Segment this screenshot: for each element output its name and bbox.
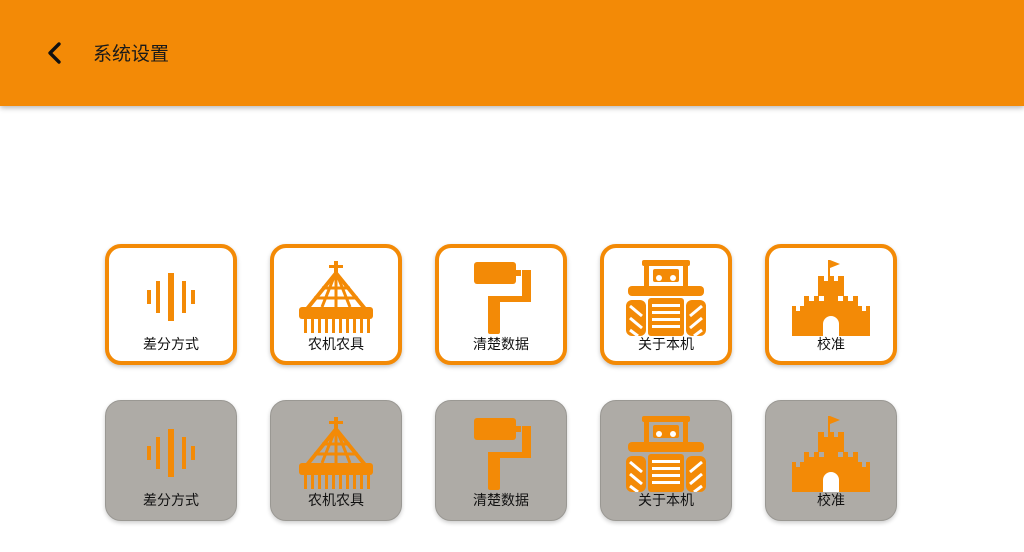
tractor-icon bbox=[626, 416, 706, 492]
tile-label: 差分方式 bbox=[143, 337, 199, 353]
tile-label: 农机农具 bbox=[308, 493, 364, 509]
castle-icon bbox=[791, 260, 871, 336]
tile-clear-data-disabled[interactable]: 清楚数据 bbox=[435, 400, 567, 521]
back-button[interactable] bbox=[36, 34, 72, 72]
app-bar: 系统设置 bbox=[0, 0, 1024, 106]
tile-label: 校准 bbox=[817, 337, 845, 353]
castle-icon bbox=[791, 416, 871, 492]
tile-label: 关于本机 bbox=[638, 337, 694, 353]
tile-label: 清楚数据 bbox=[473, 337, 529, 353]
tile-calibration[interactable]: 校准 bbox=[765, 244, 897, 365]
tile-farm-implement[interactable]: 农机农具 bbox=[270, 244, 402, 365]
farm-implement-icon bbox=[296, 260, 376, 336]
tractor-icon bbox=[626, 260, 706, 336]
tile-about-device[interactable]: 关于本机 bbox=[600, 244, 732, 365]
tile-farm-implement-disabled[interactable]: 农机农具 bbox=[270, 400, 402, 521]
page-title: 系统设置 bbox=[93, 43, 170, 65]
tile-differential-mode[interactable]: 差分方式 bbox=[105, 244, 237, 365]
farm-implement-icon bbox=[296, 416, 376, 492]
tile-label: 差分方式 bbox=[143, 493, 199, 509]
tile-calibration-disabled[interactable]: 校准 bbox=[765, 400, 897, 521]
chevron-left-icon bbox=[48, 42, 61, 64]
tile-about-device-disabled[interactable]: 关于本机 bbox=[600, 400, 732, 521]
tile-differential-mode-disabled[interactable]: 差分方式 bbox=[105, 400, 237, 521]
tile-clear-data[interactable]: 清楚数据 bbox=[435, 244, 567, 365]
tile-label: 农机农具 bbox=[308, 337, 364, 353]
tile-label: 校准 bbox=[817, 493, 845, 509]
soundwave-icon bbox=[131, 260, 211, 336]
soundwave-icon bbox=[131, 416, 211, 492]
tile-label: 清楚数据 bbox=[473, 493, 529, 509]
tile-label: 关于本机 bbox=[638, 493, 694, 509]
paint-roller-icon bbox=[461, 260, 541, 336]
paint-roller-icon bbox=[461, 416, 541, 492]
